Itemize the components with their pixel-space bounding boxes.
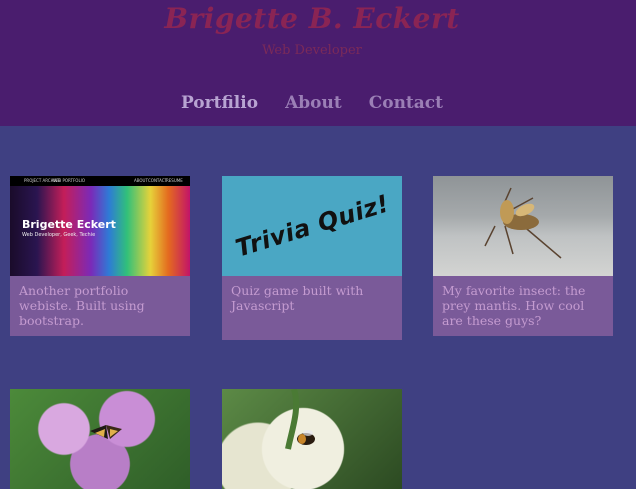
thumb-navbar: PROJECT ARCHIVE WEB PORTFOLIO ABOUT CONT…	[10, 176, 190, 186]
thumb-nav-text: WEB PORTFOLIO	[52, 178, 85, 183]
bee-icon	[285, 389, 315, 450]
quiz-thumb-text: Trivia Quiz!	[231, 189, 393, 263]
nav-item-portfolio[interactable]: Portfilio	[181, 93, 258, 113]
mantis-icon	[484, 187, 562, 259]
thumb-nav-text: CONTACT	[148, 178, 167, 183]
site-header: Brigette B. Eckert Web Developer Portfil…	[0, 0, 636, 126]
site-title: Brigette B. Eckert	[164, 2, 460, 35]
card-description: Quiz game built with Javascript	[231, 283, 364, 313]
portfolio-card[interactable]: PROJECT ARCHIVE WEB PORTFOLIO ABOUT CONT…	[10, 176, 190, 336]
butterfly-icon	[90, 425, 122, 439]
thumb-nav-text: RESUME	[166, 178, 183, 183]
mantis-thumbnail[interactable]	[433, 176, 613, 276]
lilac-card[interactable]	[10, 389, 190, 489]
site-subtitle: Web Developer	[262, 43, 362, 58]
trivia-quiz-thumbnail[interactable]: Trivia Quiz!	[222, 176, 402, 276]
trivia-quiz-card[interactable]: Trivia Quiz! Quiz game built with Javasc…	[222, 176, 402, 340]
lilac-thumbnail[interactable]	[10, 389, 190, 489]
thumb-title: Brigette Eckert	[22, 218, 116, 231]
card-description: My favorite insect: the prey mantis. How…	[442, 283, 586, 328]
mantis-card[interactable]: My favorite insect: the prey mantis. How…	[433, 176, 613, 336]
nav-item-contact[interactable]: Contact	[369, 93, 443, 113]
thumb-subtitle: Web Developer, Geek, Techie	[22, 232, 96, 238]
portfolio-thumbnail[interactable]: PROJECT ARCHIVE WEB PORTFOLIO ABOUT CONT…	[10, 176, 190, 276]
thumb-nav-text: ABOUT	[134, 178, 148, 183]
elderflower-thumbnail[interactable]	[222, 389, 402, 489]
card-description: Another portfolio webiste. Built using b…	[19, 283, 145, 328]
elderflower-card[interactable]	[222, 389, 402, 489]
main-nav: Portfilio About Contact	[0, 93, 624, 113]
nav-item-about[interactable]: About	[285, 93, 342, 113]
